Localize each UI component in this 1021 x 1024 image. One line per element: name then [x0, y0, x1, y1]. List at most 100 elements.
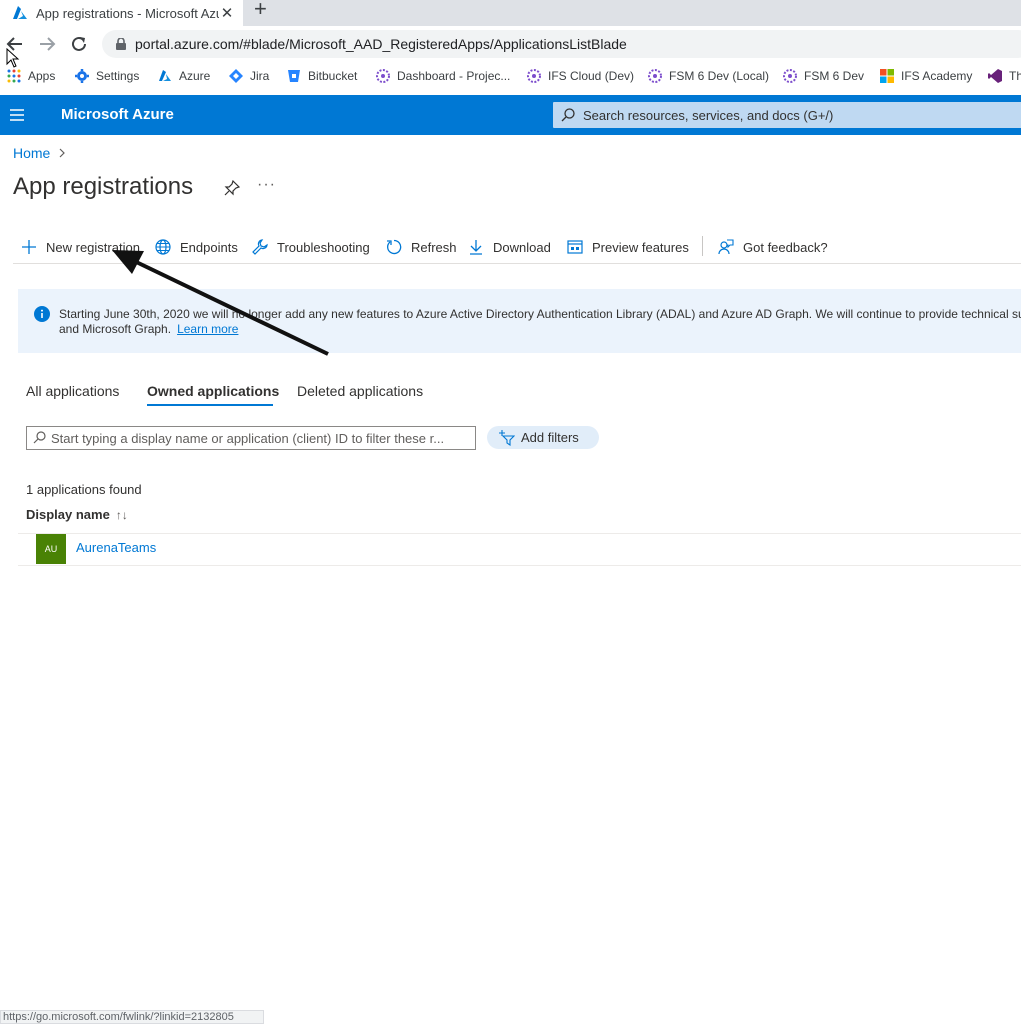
command-separator: [702, 236, 703, 256]
bookmark-settings[interactable]: Settings: [75, 67, 139, 85]
reload-icon[interactable]: [70, 35, 88, 53]
ifs-icon: [527, 69, 541, 83]
browser-tab[interactable]: App registrations - Microsoft Azu ✕: [0, 0, 243, 26]
info-icon: [34, 306, 50, 322]
breadcrumb: Home: [13, 145, 66, 161]
banner-text-line2: and Microsoft Graph. Learn more: [59, 322, 238, 336]
preview-features-label: Preview features: [592, 239, 689, 255]
bookmark-label: IFS Cloud (Dev): [548, 69, 635, 83]
bookmark-fsm-dev[interactable]: FSM 6 Dev: [783, 67, 864, 85]
new-registration-label: New registration: [46, 239, 140, 255]
bookmark-label: Apps: [28, 69, 56, 83]
tab-all-applications[interactable]: All applications: [26, 383, 119, 399]
bookmark-jira[interactable]: Jira: [229, 67, 269, 85]
breadcrumb-home-link[interactable]: Home: [13, 145, 50, 161]
tab-owned-applications[interactable]: Owned applications: [147, 383, 279, 399]
forward-arrow-icon[interactable]: [38, 35, 56, 53]
refresh-label: Refresh: [411, 239, 457, 255]
tab-deleted-applications[interactable]: Deleted applications: [297, 383, 423, 399]
learn-more-link[interactable]: Learn more: [177, 322, 238, 336]
column-header-label: Display name: [26, 507, 110, 522]
app-name-link[interactable]: AurenaTeams: [76, 540, 156, 555]
pin-icon[interactable]: [224, 180, 240, 196]
search-icon: [561, 108, 575, 122]
bookmark-label: Bitbucket: [308, 69, 358, 83]
selected-tab-indicator: [147, 404, 273, 406]
row-divider: [18, 565, 1021, 566]
azure-brand[interactable]: Microsoft Azure: [61, 106, 174, 123]
jira-icon: [229, 69, 243, 83]
info-banner: Starting June 30th, 2020 we will no long…: [18, 289, 1021, 353]
hamburger-menu-icon[interactable]: [10, 109, 24, 121]
row-divider: [18, 533, 1021, 534]
ifs-icon: [376, 69, 390, 83]
bookmark-label: Jira: [250, 69, 270, 83]
preview-features-button[interactable]: Preview features: [567, 237, 689, 257]
globe-icon: [155, 239, 171, 255]
filter-placeholder: Start typing a display name or applicati…: [51, 431, 445, 446]
got-feedback-label: Got feedback?: [743, 239, 828, 255]
search-icon: [33, 431, 46, 444]
plus-icon: [22, 240, 36, 254]
endpoints-label: Endpoints: [180, 239, 238, 255]
add-filter-icon: [499, 429, 515, 446]
more-options-button[interactable]: ···: [257, 176, 276, 194]
refresh-icon: [387, 239, 402, 255]
sort-icon[interactable]: ↑↓: [116, 508, 128, 522]
bookmark-ifs-cloud[interactable]: IFS Cloud (Dev): [527, 67, 634, 85]
banner-text-line1: Starting June 30th, 2020 we will no long…: [59, 307, 1021, 321]
azure-favicon-icon: [13, 6, 27, 19]
bookmark-label: Dashboard - Projec...: [397, 69, 511, 83]
bookmark-dashboard[interactable]: Dashboard - Projec...: [376, 67, 510, 85]
add-filters-label: Add filters: [521, 430, 579, 445]
annotation-arrow: [112, 250, 329, 356]
global-search-placeholder: Search resources, services, and docs (G+…: [583, 108, 834, 123]
bookmarks-bar: [0, 62, 1021, 90]
bookmark-label: IFS Academy: [901, 69, 973, 83]
endpoints-button[interactable]: Endpoints: [155, 237, 238, 257]
bookmark-apps[interactable]: Apps: [7, 67, 55, 85]
microsoft-icon: [880, 69, 894, 83]
ifs-icon: [783, 69, 797, 83]
app-avatar: AU: [36, 534, 66, 564]
new-registration-button[interactable]: New registration: [21, 237, 140, 257]
preview-features-icon: [567, 240, 583, 254]
got-feedback-button[interactable]: Got feedback?: [718, 237, 828, 257]
gear-icon: [75, 69, 89, 83]
bookmark-ifs-academy[interactable]: IFS Academy: [880, 67, 972, 85]
lock-icon: [116, 38, 126, 50]
troubleshooting-button[interactable]: Troubleshooting: [252, 237, 370, 257]
troubleshooting-label: Troubleshooting: [277, 239, 370, 255]
feedback-icon: [718, 239, 734, 255]
download-icon: [470, 240, 482, 255]
global-search-input[interactable]: Search resources, services, and docs (G+…: [553, 102, 1021, 128]
refresh-button[interactable]: Refresh: [386, 237, 457, 257]
bitbucket-icon: [288, 70, 300, 82]
bookmark-fsm-local[interactable]: FSM 6 Dev (Local): [648, 67, 769, 85]
address-bar-url: portal.azure.com/#blade/Microsoft_AAD_Re…: [135, 36, 627, 52]
new-tab-icon[interactable]: +: [254, 0, 272, 20]
download-label: Download: [493, 239, 551, 255]
visual-studio-icon: [988, 69, 1002, 83]
bookmark-th[interactable]: Th: [988, 67, 1021, 85]
column-header-display-name[interactable]: Display name ↑↓: [26, 507, 128, 522]
azure-icon: [159, 70, 171, 81]
banner-text-line2-text: and Microsoft Graph.: [59, 322, 172, 336]
chevron-right-icon: [59, 148, 66, 158]
apps-grid-icon: [7, 69, 21, 83]
wrench-icon: [252, 239, 268, 255]
bookmark-label: FSM 6 Dev: [804, 69, 865, 83]
bookmark-label: Azure: [179, 69, 211, 83]
download-button[interactable]: Download: [468, 237, 551, 257]
bookmark-azure[interactable]: Azure: [158, 67, 210, 85]
ifs-icon: [648, 69, 662, 83]
results-count: 1 applications found: [26, 482, 142, 497]
bookmark-bitbucket[interactable]: Bitbucket: [287, 67, 357, 85]
add-filters-button[interactable]: Add filters: [487, 426, 599, 449]
tab-close-icon[interactable]: ✕: [219, 4, 235, 22]
filter-input[interactable]: Start typing a display name or applicati…: [26, 426, 476, 450]
mouse-cursor-icon: [6, 48, 20, 68]
bookmark-label: Settings: [96, 69, 140, 83]
bookmark-label: Th: [1009, 69, 1021, 83]
browser-tab-title: App registrations - Microsoft Azu: [36, 5, 219, 21]
